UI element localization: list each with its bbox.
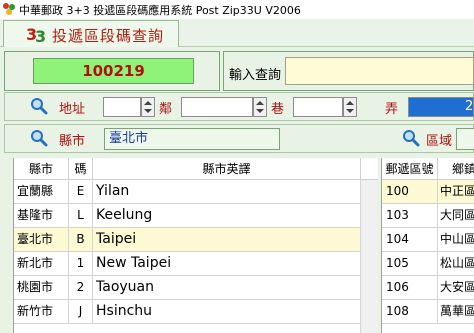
zipcode-result: 100219 (33, 58, 194, 84)
code-cell: 2 (69, 276, 93, 299)
code-cell: L (69, 204, 93, 227)
table-row[interactable]: 宜蘭縣 E Yilan (14, 180, 361, 204)
title-bar: 中華郵政 3+3 投遞區段碼應用系統 Post Zip33U V2006 (0, 0, 474, 19)
column-header-city[interactable]: 縣市 (14, 158, 69, 180)
query-input[interactable] (285, 57, 474, 85)
table-row[interactable]: 新竹市 J Hsinchu (14, 300, 361, 324)
city-cell: 新竹市 (14, 300, 69, 323)
township-cell: 松山區 (440, 256, 474, 270)
lin-label: 鄰 (159, 102, 173, 117)
zip-cell: 106 (382, 276, 438, 299)
tab-zip-query[interactable]: 3 3 投遞區段碼查詢 (3, 20, 179, 47)
tab-label: 投遞區段碼查詢 (52, 27, 165, 45)
lin-spinner[interactable] (253, 97, 267, 117)
column-header-code[interactable]: 碼 (69, 158, 93, 180)
magnifier-icon[interactable] (402, 129, 420, 147)
english-cell: New Taipei (93, 252, 361, 275)
table-row[interactable]: 100 中正區 (382, 180, 474, 204)
address-number-spinner[interactable] (141, 97, 155, 117)
table-row[interactable]: 新北市 1 New Taipei (14, 252, 361, 276)
table-row[interactable]: 臺北市 B Taipei (14, 228, 361, 252)
table-row[interactable]: 108 萬華區 (382, 300, 474, 324)
table-row[interactable]: 桃園市 2 Taoyuan (14, 276, 361, 300)
lane-value: 2 (465, 99, 474, 114)
alley-label: 巷 (271, 102, 285, 117)
code-cell: B (69, 228, 93, 251)
query-label: 輸入查詢 (229, 68, 282, 83)
township-cell: 中山區 (440, 232, 474, 246)
city-cell: 宜蘭縣 (14, 180, 69, 203)
city-input[interactable]: 臺北市 (104, 128, 280, 150)
svg-text:3: 3 (35, 27, 46, 44)
header-corner (361, 158, 378, 180)
column-header-zip[interactable]: 郵遞區號 (382, 158, 438, 180)
english-cell: Hsinchu (93, 300, 361, 323)
alley-input[interactable] (293, 97, 343, 117)
address-label: 地址 (59, 102, 86, 117)
lane-label: 弄 (385, 102, 399, 117)
city-cell: 臺北市 (14, 228, 69, 251)
zip-cell: 100 (382, 180, 438, 203)
code-cell: E (69, 180, 93, 203)
logo-33-icon: 3 3 (26, 25, 46, 44)
district-label: 區域 (426, 134, 453, 149)
table-row[interactable]: 基隆市 L Keelung (14, 204, 361, 228)
column-header-township[interactable]: 鄉鎮 (438, 158, 474, 180)
township-cell: 大安區 (440, 280, 474, 294)
table-row[interactable]: 105 松山區 (382, 252, 474, 276)
lin-input[interactable] (181, 97, 253, 117)
alley-spinner[interactable] (343, 97, 357, 117)
code-cell: 1 (69, 252, 93, 275)
window-title: 中華郵政 3+3 投遞區段碼應用系統 Post Zip33U V2006 (19, 4, 301, 17)
township-cell: 中正區 (440, 184, 474, 198)
zip-cell: 108 (382, 300, 438, 323)
lane-input[interactable]: 2 (408, 97, 474, 117)
township-cell: 萬華區 (440, 304, 474, 318)
city-label: 縣市 (59, 134, 86, 149)
magnifier-icon[interactable] (30, 97, 48, 115)
magnifier-icon[interactable] (30, 129, 48, 147)
english-cell: Yilan (93, 180, 361, 203)
district-input[interactable] (456, 128, 474, 150)
zip-cell: 103 (382, 204, 438, 227)
zip-cell: 104 (382, 228, 438, 251)
city-cell: 桃園市 (14, 276, 69, 299)
address-number-input[interactable] (103, 97, 141, 117)
table-row[interactable]: 106 大安區 (382, 276, 474, 300)
column-header-english[interactable]: 縣市英譯 (93, 158, 361, 180)
english-cell: Taipei (93, 228, 361, 251)
city-cell: 基隆市 (14, 204, 69, 227)
district-table: 郵遞區號 鄉鎮 100 中正區 103 大同區 104 中山區 105 松山區 106 大安區 10… (381, 158, 474, 333)
code-cell: J (69, 300, 93, 323)
english-cell: Keelung (93, 204, 361, 227)
township-cell: 大同區 (440, 208, 474, 222)
zip-cell: 105 (382, 252, 438, 275)
table-row[interactable]: 103 大同區 (382, 204, 474, 228)
app-logo-icon (3, 3, 15, 15)
city-cell: 新北市 (14, 252, 69, 275)
city-table-scrollbar[interactable] (360, 180, 377, 333)
table-row[interactable]: 104 中山區 (382, 228, 474, 252)
city-table: 縣市 碼 縣市英譯 宜蘭縣 E Yilan 基隆市 L Keelung 臺北市 B Taipei… (13, 158, 378, 333)
english-cell: Taoyuan (93, 276, 361, 299)
